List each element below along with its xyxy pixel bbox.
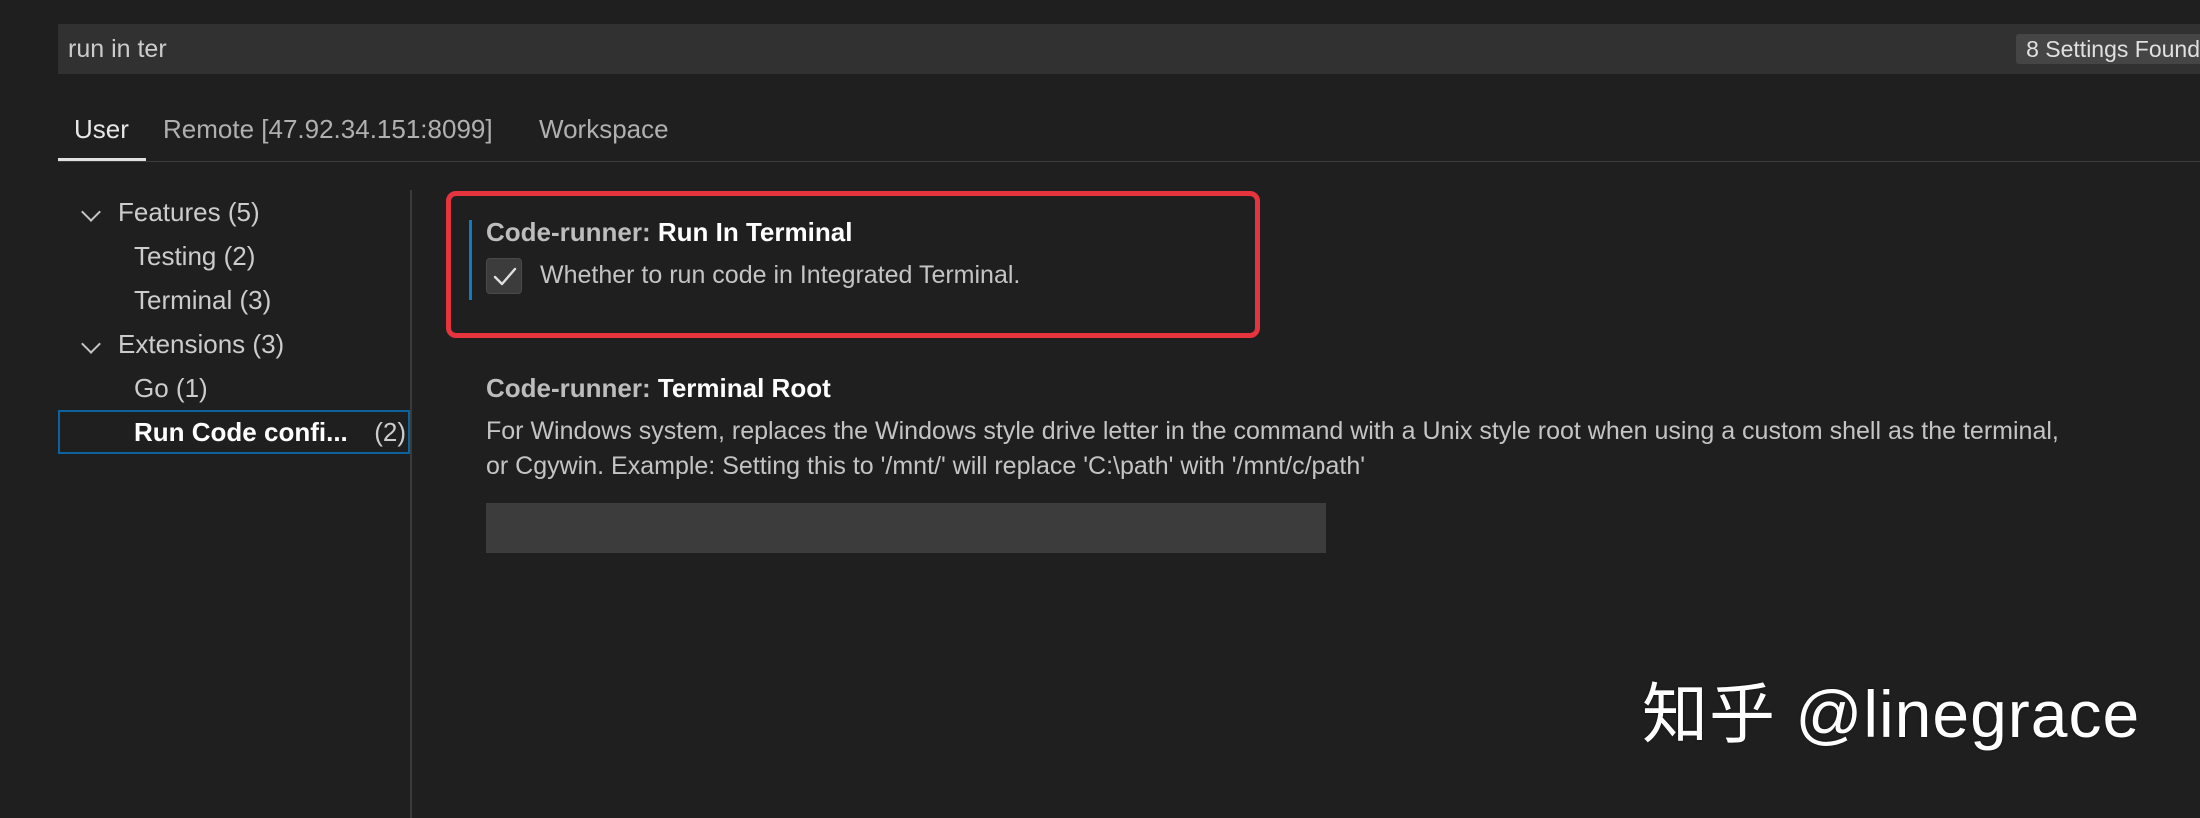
chevron-down-icon <box>81 202 101 222</box>
toc-item-count: (2) <box>374 417 406 447</box>
toc-item-run-code-config[interactable]: Run Code confi... (2) <box>58 410 410 454</box>
chevron-down-icon <box>81 334 101 354</box>
tab-workspace[interactable]: Workspace <box>539 108 669 150</box>
toc-item-testing[interactable]: Testing (2) <box>58 234 410 278</box>
setting-name: Terminal Root <box>657 373 831 403</box>
terminal-root-input[interactable] <box>486 503 1326 553</box>
toc-item-terminal[interactable]: Terminal (3) <box>58 278 410 322</box>
setting-name: Run In Terminal <box>657 217 853 247</box>
zhihu-watermark: 知乎 @linegrace <box>1642 677 2141 751</box>
toc-item-label: Go (1) <box>134 373 208 403</box>
setting-title-run-in-terminal: Code-runner: Run In Terminal <box>486 215 852 249</box>
toc-item-label: Features (5) <box>118 197 260 227</box>
run-in-terminal-checkbox[interactable] <box>486 258 522 294</box>
results-count-badge: 8 Settings Found <box>2016 34 2200 64</box>
focused-setting-indicator <box>469 220 472 300</box>
sidebar-divider <box>410 190 412 818</box>
setting-description-line-1: For Windows system, replaces the Windows… <box>486 417 2059 445</box>
setting-category: Code-runner: <box>486 373 658 403</box>
toc-item-label: Run Code confi... <box>134 417 348 447</box>
toc-item-label: Terminal (3) <box>134 285 272 315</box>
setting-title-terminal-root: Code-runner: Terminal Root <box>486 371 831 405</box>
checkmark-icon <box>493 267 517 286</box>
settings-search-bar: 8 Settings Found <box>58 24 2200 74</box>
settings-search-input[interactable] <box>68 24 1968 74</box>
toc-item-features[interactable]: Features (5) <box>58 190 410 234</box>
tabs-divider <box>58 161 2200 162</box>
toc-item-go[interactable]: Go (1) <box>58 366 410 410</box>
tab-remote[interactable]: Remote [47.92.34.151:8099] <box>163 108 493 150</box>
setting-description-line-2: or Cgywin. Example: Setting this to '/mn… <box>486 452 1365 480</box>
tab-user[interactable]: User <box>74 108 129 150</box>
setting-category: Code-runner: <box>486 217 658 247</box>
setting-description: Whether to run code in Integrated Termin… <box>540 261 1021 289</box>
toc-item-label: Testing (2) <box>134 241 256 271</box>
toc-item-label: Extensions (3) <box>118 329 285 359</box>
toc-item-extensions[interactable]: Extensions (3) <box>58 322 410 366</box>
